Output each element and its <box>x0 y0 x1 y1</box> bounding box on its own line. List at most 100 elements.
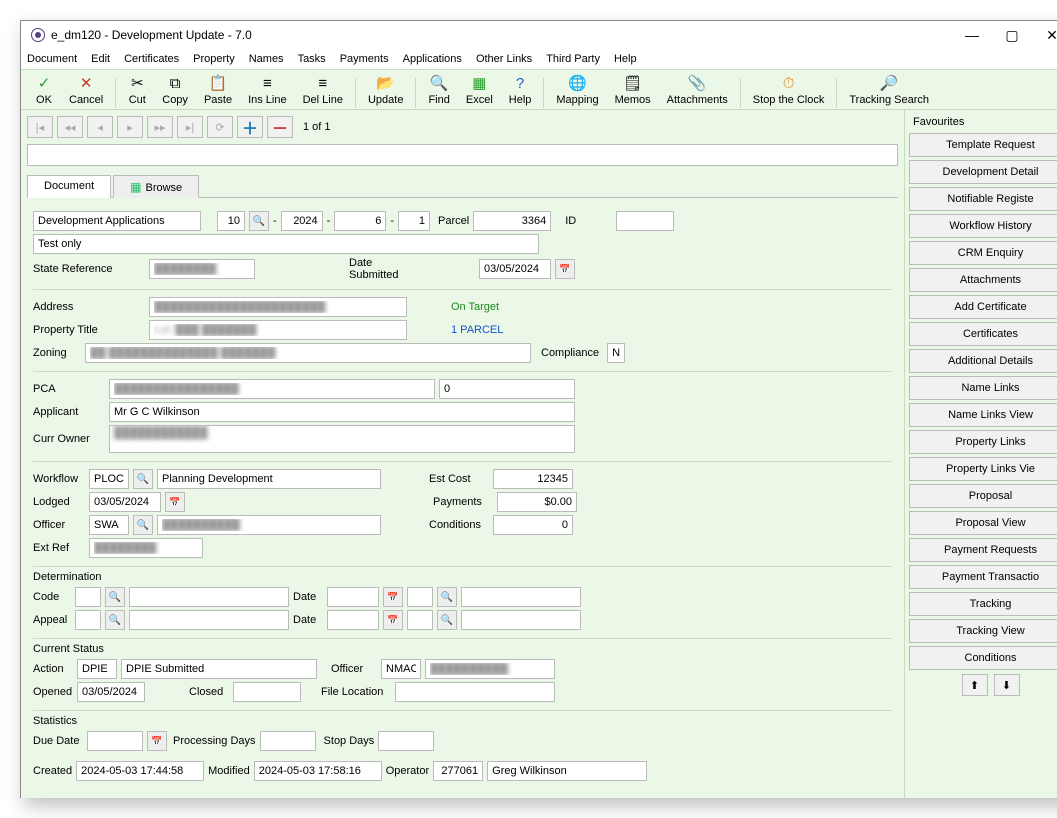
description-field[interactable] <box>33 234 539 254</box>
det-code-desc-field[interactable] <box>129 587 289 607</box>
favourite-property-links-vie[interactable]: Property Links Vie <box>909 457 1057 481</box>
conditions-field[interactable] <box>493 515 573 535</box>
tab-browse[interactable]: ▦Browse <box>113 175 199 198</box>
det-code-lookup[interactable]: 🔍 <box>105 587 125 607</box>
toolbar-memos-button[interactable]: 🗒Memos <box>607 72 659 108</box>
app-seg4-field[interactable] <box>398 211 430 231</box>
nav-add-button[interactable]: ＋ <box>237 116 263 138</box>
status-action-desc-field[interactable] <box>121 659 317 679</box>
status-officer-code-field[interactable] <box>381 659 421 679</box>
menu-help[interactable]: Help <box>614 53 637 65</box>
workflow-desc-field[interactable] <box>157 469 381 489</box>
nav-nextpage-button[interactable]: ▸▸ <box>147 116 173 138</box>
id-field[interactable] <box>616 211 674 231</box>
state-reference-field[interactable] <box>149 259 255 279</box>
app-seg1-lookup[interactable]: 🔍 <box>249 211 269 231</box>
menu-names[interactable]: Names <box>249 53 284 65</box>
lodged-field[interactable] <box>89 492 161 512</box>
date-submitted-field[interactable] <box>479 259 551 279</box>
toolbar-update-button[interactable]: 📂Update <box>360 72 411 108</box>
det-appeal-field[interactable] <box>75 610 101 630</box>
favourite-template-request[interactable]: Template Request <box>909 133 1057 157</box>
favourite-notifiable-registe[interactable]: Notifiable Registe <box>909 187 1057 211</box>
det-appeal-date-field[interactable] <box>327 610 379 630</box>
address-field[interactable] <box>149 297 407 317</box>
favourite-attachments[interactable]: Attachments <box>909 268 1057 292</box>
toolbar-mapping-button[interactable]: 🌐Mapping <box>548 72 606 108</box>
status-officer-name-field[interactable] <box>425 659 555 679</box>
det-extra1-lookup[interactable]: 🔍 <box>437 587 457 607</box>
officer-name-field[interactable] <box>157 515 381 535</box>
compliance-field[interactable] <box>607 343 625 363</box>
nav-next-button[interactable]: ▸ <box>117 116 143 138</box>
parcel-field[interactable] <box>473 211 551 231</box>
favourite-tracking-view[interactable]: Tracking View <box>909 619 1057 643</box>
favourite-conditions[interactable]: Conditions <box>909 646 1057 670</box>
app-seg2-field[interactable] <box>281 211 323 231</box>
nav-refresh-button[interactable]: ⟳ <box>207 116 233 138</box>
favourite-property-links[interactable]: Property Links <box>909 430 1057 454</box>
det-extra2-lookup[interactable]: 🔍 <box>437 610 457 630</box>
toolbar-attachments-button[interactable]: 📎Attachments <box>659 72 736 108</box>
menu-third-party[interactable]: Third Party <box>546 53 600 65</box>
favourite-certificates[interactable]: Certificates <box>909 322 1057 346</box>
app-seg1-field[interactable] <box>217 211 245 231</box>
toolbar-ins-line-button[interactable]: ≡Ins Line <box>240 72 295 108</box>
favourite-name-links[interactable]: Name Links <box>909 376 1057 400</box>
favourite-payment-transactio[interactable]: Payment Transactio <box>909 565 1057 589</box>
det-date-picker[interactable]: 📅 <box>383 587 403 607</box>
toolbar-copy-button[interactable]: ⧉Copy <box>154 72 196 108</box>
det-extra1-desc-field[interactable] <box>461 587 581 607</box>
det-appeal-lookup[interactable]: 🔍 <box>105 610 125 630</box>
favourite-workflow-history[interactable]: Workflow History <box>909 214 1057 238</box>
favourite-proposal[interactable]: Proposal <box>909 484 1057 508</box>
det-extra2-desc-field[interactable] <box>461 610 581 630</box>
maximize-button[interactable]: ▢ <box>992 22 1032 48</box>
toolbar-del-line-button[interactable]: ≡Del Line <box>295 72 351 108</box>
tab-document[interactable]: Document <box>27 175 111 198</box>
officer-lookup[interactable]: 🔍 <box>133 515 153 535</box>
fav-down-button[interactable]: ⬇ <box>994 674 1020 696</box>
menu-applications[interactable]: Applications <box>403 53 462 65</box>
status-fileloc-field[interactable] <box>395 682 555 702</box>
toolbar-stop-the-clock-button[interactable]: ⏱Stop the Clock <box>745 72 833 108</box>
officer-code-field[interactable] <box>89 515 129 535</box>
status-opened-field[interactable] <box>77 682 145 702</box>
application-type-field[interactable] <box>33 211 201 231</box>
close-button[interactable]: ✕ <box>1032 22 1057 48</box>
workflow-code-field[interactable] <box>89 469 129 489</box>
nav-remove-button[interactable]: － <box>267 116 293 138</box>
favourite-add-certificate[interactable]: Add Certificate <box>909 295 1057 319</box>
menu-payments[interactable]: Payments <box>340 53 389 65</box>
fav-up-button[interactable]: ⬆ <box>962 674 988 696</box>
applicant-field[interactable] <box>109 402 575 422</box>
filter-input[interactable] <box>27 144 898 166</box>
menu-document[interactable]: Document <box>27 53 77 65</box>
ext-ref-field[interactable] <box>89 538 203 558</box>
toolbar-cancel-button[interactable]: ✕Cancel <box>61 72 111 108</box>
favourite-name-links-view[interactable]: Name Links View <box>909 403 1057 427</box>
menu-property[interactable]: Property <box>193 53 235 65</box>
due-date-field[interactable] <box>87 731 143 751</box>
favourite-additional-details[interactable]: Additional Details <box>909 349 1057 373</box>
det-appeal-date-picker[interactable]: 📅 <box>383 610 403 630</box>
favourite-proposal-view[interactable]: Proposal View <box>909 511 1057 535</box>
menu-tasks[interactable]: Tasks <box>298 53 326 65</box>
det-extra2-field[interactable] <box>407 610 433 630</box>
processing-days-field[interactable] <box>260 731 316 751</box>
minimize-button[interactable]: — <box>952 22 992 48</box>
status-action-code-field[interactable] <box>77 659 117 679</box>
property-title-field[interactable] <box>149 320 407 340</box>
lodged-date-picker[interactable]: 📅 <box>165 492 185 512</box>
nav-last-button[interactable]: ▸| <box>177 116 203 138</box>
favourite-crm-enquiry[interactable]: CRM Enquiry <box>909 241 1057 265</box>
toolbar-tracking-search-button[interactable]: 🔎Tracking Search <box>841 72 937 108</box>
det-appeal-desc-field[interactable] <box>129 610 289 630</box>
toolbar-paste-button[interactable]: 📋Paste <box>196 72 240 108</box>
est-cost-field[interactable] <box>493 469 573 489</box>
det-date-field[interactable] <box>327 587 379 607</box>
favourite-development-detail[interactable]: Development Detail <box>909 160 1057 184</box>
toolbar-help-button[interactable]: ?Help <box>501 72 540 108</box>
due-date-picker[interactable]: 📅 <box>147 731 167 751</box>
favourite-payment-requests[interactable]: Payment Requests <box>909 538 1057 562</box>
